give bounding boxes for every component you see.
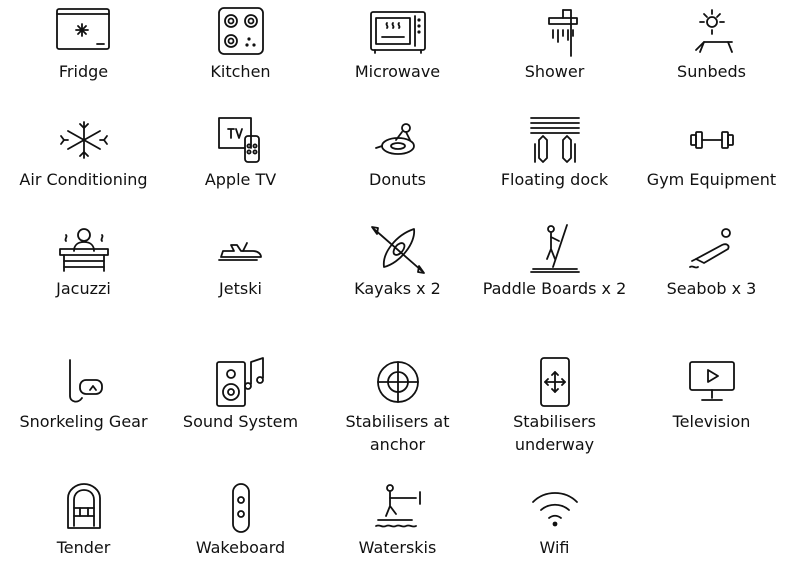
sunbed-icon: [682, 6, 742, 58]
wifi-icon: [525, 482, 585, 534]
jacuzzi-icon: [54, 223, 114, 275]
amenity-item: Seabob x 3: [633, 223, 789, 300]
air-conditioning-icon: [54, 114, 114, 166]
amenity-label: Fridge: [58, 62, 109, 81]
microwave-icon: [368, 6, 428, 58]
amenity-item: Television: [633, 356, 789, 433]
television-icon: [682, 356, 742, 408]
wakeboard-icon: [211, 482, 271, 534]
amenity-item: Fridge: [5, 6, 162, 83]
amenity-item: Sound System: [162, 356, 319, 433]
amenity-label: Tender: [56, 538, 111, 557]
amenity-label: Jetski: [219, 279, 262, 298]
kitchen-icon: [211, 6, 271, 58]
kayak-icon: [368, 223, 428, 275]
amenity-label: Seabob x 3: [666, 279, 757, 298]
amenity-item: Tender: [5, 482, 162, 559]
amenity-item: Floating dock: [476, 114, 633, 191]
amenity-item: Jetski: [162, 223, 319, 300]
amenity-label: Jacuzzi: [56, 279, 111, 298]
fridge-icon: [54, 6, 114, 58]
amenity-item: Paddle Boards x 2: [476, 223, 633, 300]
amenity-label: Kayaks x 2: [354, 279, 441, 298]
amenity-label: Gym Equipment: [646, 170, 777, 189]
paddle-board-icon: [525, 223, 585, 275]
amenity-item: Sunbeds: [633, 6, 789, 83]
amenity-label: Donuts: [369, 170, 426, 189]
snorkel-icon: [54, 356, 114, 408]
amenity-item: Air Conditioning: [5, 114, 162, 191]
amenity-label: Sunbeds: [677, 62, 746, 81]
speaker-icon: [211, 356, 271, 408]
amenity-label: Stabilisers at anchor: [345, 412, 450, 454]
tender-boat-icon: [54, 482, 114, 534]
amenity-label: Paddle Boards x 2: [482, 279, 627, 298]
amenity-label: Kitchen: [210, 62, 271, 81]
amenity-label: Air Conditioning: [19, 170, 148, 189]
amenity-label: Microwave: [354, 62, 441, 81]
amenities-grid: Fridge Kitchen Microwave Shower Sunbeds …: [0, 0, 789, 583]
amenity-item: Gym Equipment: [633, 114, 789, 191]
amenity-item: Waterskis: [319, 482, 476, 559]
amenity-item: Wifi: [476, 482, 633, 559]
amenity-item: Shower: [476, 6, 633, 83]
amenity-label: Apple TV: [204, 170, 277, 189]
amenity-item: Stabilisers at anchor: [319, 356, 476, 456]
seabob-icon: [682, 223, 742, 275]
amenity-item: Snorkeling Gear: [5, 356, 162, 433]
amenity-item: Microwave: [319, 6, 476, 83]
floating-dock-icon: [525, 114, 585, 166]
amenity-item: Kitchen: [162, 6, 319, 83]
amenity-item: Donuts: [319, 114, 476, 191]
stabiliser-anchor-icon: [368, 356, 428, 408]
amenity-label: Television: [672, 412, 751, 431]
amenity-label: Wifi: [539, 538, 570, 557]
amenity-label: Wakeboard: [195, 538, 286, 557]
apple-tv-icon: [211, 114, 271, 166]
dumbbell-icon: [682, 114, 742, 166]
amenity-label: Snorkeling Gear: [19, 412, 148, 431]
amenity-item: Apple TV: [162, 114, 319, 191]
amenity-label: Shower: [524, 62, 585, 81]
amenity-label: Sound System: [182, 412, 299, 431]
waterski-icon: [368, 482, 428, 534]
amenity-item: Wakeboard: [162, 482, 319, 559]
amenity-item: Kayaks x 2: [319, 223, 476, 300]
amenity-item: Stabilisers underway: [476, 356, 633, 456]
amenity-item: Jacuzzi: [5, 223, 162, 300]
shower-icon: [525, 6, 585, 58]
amenity-label: Stabilisers underway: [513, 412, 596, 454]
amenity-label: Floating dock: [500, 170, 609, 189]
amenity-label: Waterskis: [358, 538, 437, 557]
jetski-icon: [211, 223, 271, 275]
stabiliser-underway-icon: [525, 356, 585, 408]
donut-ride-icon: [368, 114, 428, 166]
